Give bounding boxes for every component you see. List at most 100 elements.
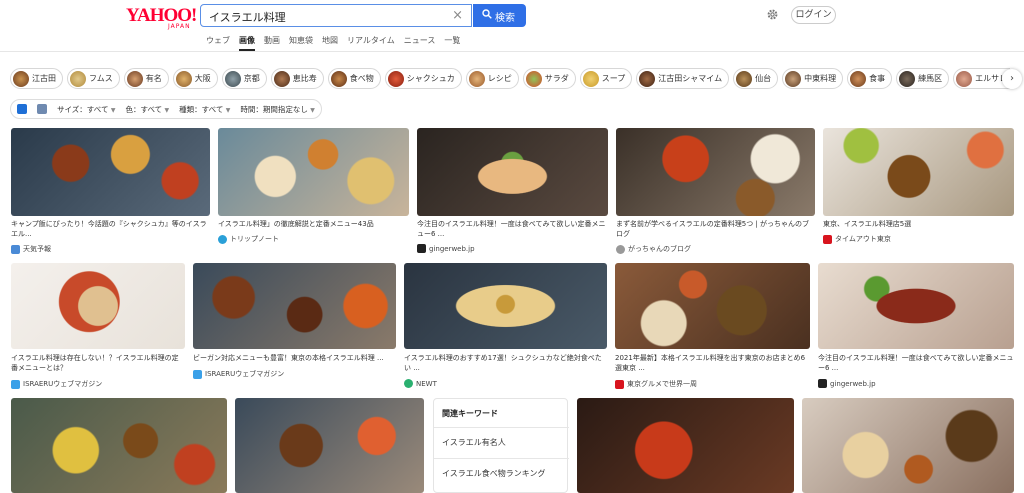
result-image[interactable]	[235, 398, 424, 493]
result-image[interactable]	[404, 263, 607, 349]
image-result[interactable]: イスラエル料理」の徹底解説と定番メニュー43品 トリップノート	[218, 128, 409, 258]
result-image[interactable]	[218, 128, 409, 216]
result-image[interactable]	[802, 398, 1014, 493]
chip[interactable]: シャクシュカ	[384, 68, 462, 89]
chip[interactable]: スープ	[579, 68, 633, 89]
grid-view-icon[interactable]	[17, 104, 27, 114]
tab-images[interactable]: 画像	[239, 35, 255, 51]
result-source[interactable]: がっちゃんのブログ	[616, 244, 691, 254]
source-name: gingerweb.jp	[830, 379, 876, 388]
image-result[interactable]	[11, 398, 227, 493]
chip[interactable]: 恵比寿	[270, 68, 324, 89]
tab-web[interactable]: ウェブ	[206, 35, 230, 46]
result-image[interactable]	[818, 263, 1014, 349]
tab-news[interactable]: ニュース	[404, 35, 436, 46]
result-image[interactable]	[11, 263, 185, 349]
caret-down-icon: ▼	[310, 106, 315, 114]
chip[interactable]: 江古田	[10, 68, 63, 89]
result-image[interactable]	[615, 263, 810, 349]
result-caption[interactable]: 今注目のイスラエル料理！一度は食べてみて欲しい定番メニュー6 ...	[417, 219, 608, 239]
image-result[interactable]	[235, 398, 424, 493]
search-button[interactable]: 検索	[473, 4, 526, 27]
result-image[interactable]	[11, 398, 227, 493]
related-keywords-panel: 関連キーワード イスラエル有名人 イスラエル食べ物ランキング	[433, 398, 569, 493]
result-caption[interactable]: 2021年最新】本格イスラエル料理を出す東京のお店まとめ6選東京 ...	[615, 353, 810, 373]
result-image[interactable]	[577, 398, 794, 493]
chip-thumbnail	[224, 70, 241, 87]
chip-label: 食事	[869, 74, 886, 83]
result-source[interactable]: タイムアウト東京	[823, 234, 891, 244]
result-image[interactable]	[616, 128, 815, 216]
related-keywords-title: 関連キーワード	[442, 409, 498, 418]
tab-map[interactable]: 地図	[322, 35, 338, 46]
source-favicon	[218, 234, 227, 244]
result-image[interactable]	[823, 128, 1014, 216]
chip[interactable]: 練馬区	[896, 68, 950, 89]
result-image[interactable]	[11, 128, 210, 216]
chip[interactable]: サラダ	[522, 68, 576, 89]
chip[interactable]: 中東料理	[782, 68, 844, 89]
related-keyword[interactable]: イスラエル食べ物ランキング	[434, 458, 569, 489]
chip[interactable]: 食事	[847, 68, 893, 89]
image-result[interactable]: ビーガン対応メニューも豊富！東京の本格イスラエル料理 ... ISRAERUウェ…	[193, 263, 396, 391]
chip[interactable]: 仙台	[733, 68, 779, 89]
result-source[interactable]: ISRAERUウェブマガジン	[193, 369, 284, 379]
result-caption[interactable]: 東京、イスラエル料理店5選	[823, 219, 1014, 229]
result-image[interactable]	[417, 128, 608, 216]
image-result[interactable]: 東京、イスラエル料理店5選 タイムアウト東京	[823, 128, 1014, 258]
result-source[interactable]: 天気予報	[11, 244, 51, 254]
chip[interactable]: 京都	[221, 68, 267, 89]
image-result[interactable]: 今注目のイスラエル料理！一度は食べてみて欲しい定番メニュー6 ... ginge…	[417, 128, 608, 258]
tab-realtime[interactable]: リアルタイム	[347, 35, 395, 46]
list-view-icon[interactable]	[37, 104, 47, 114]
image-result[interactable]: まず名前が学べるイスラエルの定番料理5つ | がっちゃんのブログ がっちゃんのブ…	[616, 128, 815, 258]
chevron-right-icon[interactable]: ›	[1002, 69, 1022, 89]
search-input[interactable]: イスラエル料理 ×	[200, 4, 472, 27]
filter-type[interactable]: 種類：すべて ▼	[179, 104, 230, 115]
chip[interactable]: 大阪	[172, 68, 218, 89]
image-result[interactable]: キャンプ飯にぴったり！今話題の『シャクシュカ』等のイスラエル... 天気予報	[11, 128, 210, 258]
result-caption[interactable]: ビーガン対応メニューも豊富！東京の本格イスラエル料理 ...	[193, 353, 396, 363]
gear-icon[interactable]	[766, 8, 779, 21]
result-source[interactable]: gingerweb.jp	[417, 244, 475, 253]
chip-thumbnail	[330, 70, 347, 87]
filter-color[interactable]: 色：すべて ▼	[125, 104, 169, 115]
chip[interactable]: 食べ物	[327, 68, 381, 89]
chip[interactable]: 江古田シャマイム	[636, 68, 730, 89]
source-name: トリップノート	[230, 235, 279, 243]
tab-chiebukuro[interactable]: 知恵袋	[289, 35, 313, 46]
filter-size[interactable]: サイズ：すべて ▼	[57, 104, 115, 115]
result-caption[interactable]: イスラエル料理」の徹底解説と定番メニュー43品	[218, 219, 409, 229]
result-caption[interactable]: イスラエル料理は存在しない！？イスラエル料理の定番メニューとは？	[11, 353, 185, 373]
chip[interactable]: 有名	[123, 68, 169, 89]
image-result[interactable]: イスラエル料理のおすすめ17選！シュクシュカなど絶対食べたい ... NEWT	[404, 263, 607, 391]
related-keyword-label: イスラエル有名人	[442, 438, 506, 447]
chip-label: サラダ	[544, 74, 569, 83]
chip-thumbnail	[468, 70, 485, 87]
tab-list[interactable]: 一覧	[444, 35, 460, 46]
tab-video[interactable]: 動画	[264, 35, 280, 46]
image-result[interactable]	[577, 398, 794, 493]
clear-icon[interactable]: ×	[452, 8, 463, 23]
filter-time[interactable]: 時間：期間指定なし ▼	[240, 104, 315, 115]
result-caption[interactable]: 今注目のイスラエル料理！一度は食べてみて欲しい定番メニュー6 ...	[818, 353, 1014, 373]
image-result[interactable]	[802, 398, 1014, 493]
result-caption[interactable]: キャンプ飯にぴったり！今話題の『シャクシュカ』等のイスラエル...	[11, 219, 210, 239]
image-result[interactable]: 今注目のイスラエル料理！一度は食べてみて欲しい定番メニュー6 ... ginge…	[818, 263, 1014, 391]
chip[interactable]: レシピ	[465, 68, 519, 89]
chip-thumbnail	[956, 70, 973, 87]
result-source[interactable]: gingerweb.jp	[818, 379, 876, 388]
result-source[interactable]: ISRAERUウェブマガジン	[11, 379, 102, 389]
result-caption[interactable]: まず名前が学べるイスラエルの定番料理5つ | がっちゃんのブログ	[616, 219, 815, 239]
result-caption[interactable]: イスラエル料理のおすすめ17選！シュクシュカなど絶対食べたい ...	[404, 353, 607, 373]
yahoo-logo[interactable]: YAHOO! JAPAN	[126, 6, 197, 31]
result-source[interactable]: NEWT	[404, 379, 437, 388]
image-result[interactable]: イスラエル料理は存在しない！？イスラエル料理の定番メニューとは？ ISRAERU…	[11, 263, 185, 391]
result-source[interactable]: トリップノート	[218, 234, 279, 244]
image-result[interactable]: 2021年最新】本格イスラエル料理を出す東京のお店まとめ6選東京 ... 東京グ…	[615, 263, 810, 391]
chip[interactable]: フムス	[67, 68, 120, 89]
login-button[interactable]: ログイン	[791, 6, 836, 24]
related-keyword[interactable]: イスラエル有名人	[434, 427, 569, 458]
result-image[interactable]	[193, 263, 396, 349]
result-source[interactable]: 東京グルメで世界一周	[615, 379, 697, 389]
